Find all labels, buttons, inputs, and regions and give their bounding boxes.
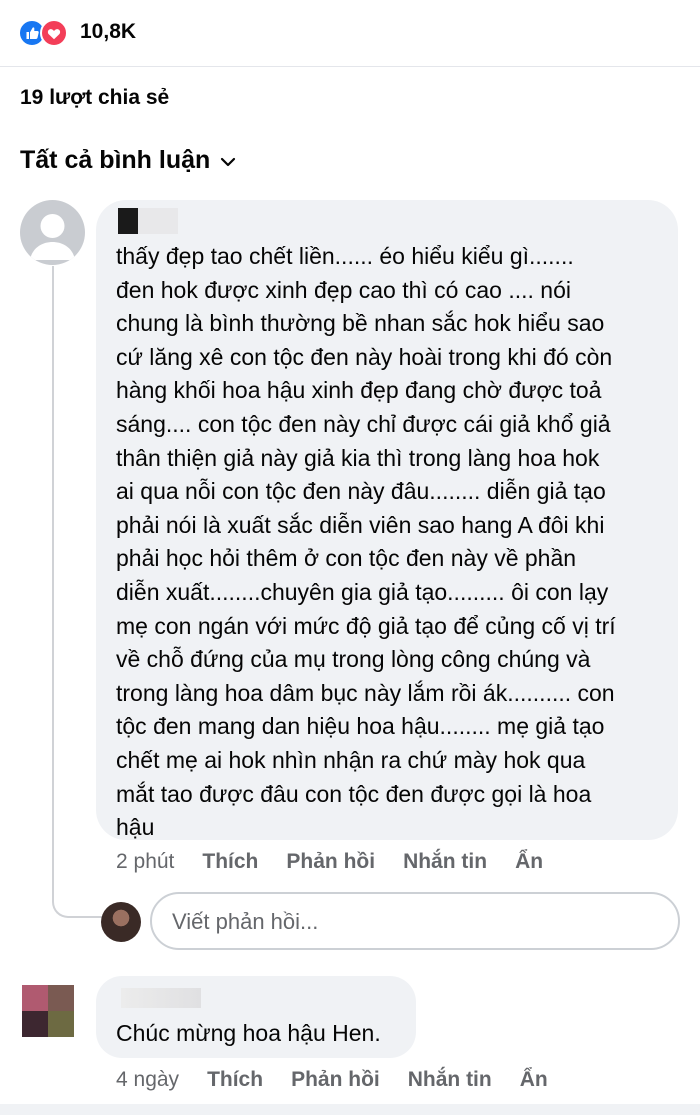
next-comment-edge [0,1104,700,1115]
comment-timestamp[interactable]: 4 ngày [116,1068,179,1092]
like-button[interactable]: Thích [207,1068,263,1092]
comment-line: phải nói là xuất sắc diễn viên sao hang … [116,511,605,538]
comment-line: về chỗ đứng của mụ trong lòng công chúng… [116,646,591,673]
share-count[interactable]: 19 lượt chia sẻ [20,86,169,110]
reply-button[interactable]: Phản hồi [286,850,375,874]
message-button[interactable]: Nhắn tin [403,850,487,874]
comment-actions: 2 phút Thích Phản hồi Nhắn tin Ẩn [116,850,571,874]
comment-text: thấy đẹp tao chết liền...... éo hiểu kiể… [116,240,664,845]
comment-line: hậu [116,814,155,841]
comment-actions: 4 ngày Thích Phản hồi Nhắn tin Ẩn [116,1068,576,1092]
comment-line: chết mẹ ai hok nhìn nhận ra chứ mày hok … [116,746,586,773]
comment-text: Chúc mừng hoa hậu Hen. [116,1020,381,1046]
comment-bubble: Chúc mừng hoa hậu Hen. [96,976,416,1058]
avatar[interactable] [20,200,85,265]
comment-line: đen hok được xinh đẹp cao thì có cao ...… [116,276,571,303]
comment-line: thấy đẹp tao chết liền...... éo hiểu kiể… [116,243,574,269]
comment-line: tộc đen mang dan hiệu hoa hậu........ mẹ… [116,713,605,740]
avatar[interactable] [22,985,74,1037]
current-user-avatar [101,902,141,942]
comment-line: sáng.... con tộc đen này chỉ được cái gi… [116,410,611,437]
comment-line: hàng khối hoa hậu xinh đẹp đang chờ được… [116,377,602,404]
comment-bubble: thấy đẹp tao chết liền...... éo hiểu kiể… [96,200,678,840]
comments-filter-dropdown[interactable]: Tất cả bình luận [20,146,236,175]
commenter-name-redacted[interactable] [118,208,178,234]
reaction-count[interactable]: 10,8K [80,20,136,44]
comment-line: mắt tao được đâu con tộc đen được gọi là… [116,780,592,807]
reactions-bar[interactable]: 10,8K [0,0,700,67]
comment-line: chung là bình thường bề nhan sắc hok hiể… [116,310,605,337]
reply-placeholder: Viết phản hồi... [172,909,319,934]
like-button[interactable]: Thích [202,850,258,874]
reply-input[interactable]: Viết phản hồi... [150,892,680,950]
comment-line: trong làng hoa dâm bục này lắm rồi ák...… [116,679,615,706]
comment-line: ai qua nỗi con tộc đen này đâu........ d… [116,478,606,505]
hide-button[interactable]: Ẩn [515,850,543,874]
comment-line: thân thiện giả này giả kia thì trong làn… [116,444,600,471]
reaction-icons [18,19,76,47]
message-button[interactable]: Nhắn tin [408,1068,492,1092]
comment-line: cứ lăng xê con tộc đen này hoài trong kh… [116,343,613,370]
chevron-down-icon [220,146,236,175]
comment-line: phải học hỏi thêm ở con tộc đen này về p… [116,545,577,572]
comment-line: diễn xuất........chuyên gia giả tạo.....… [116,578,609,605]
comment-timestamp[interactable]: 2 phút [116,850,174,874]
love-icon [40,19,68,47]
comments-filter-label: Tất cả bình luận [20,146,211,174]
commenter-name-redacted[interactable] [121,988,201,1008]
comment-line: mẹ con ngán với mức độ giả tạo để củng c… [116,612,616,639]
hide-button[interactable]: Ẩn [520,1068,548,1092]
reply-button[interactable]: Phản hồi [291,1068,380,1092]
